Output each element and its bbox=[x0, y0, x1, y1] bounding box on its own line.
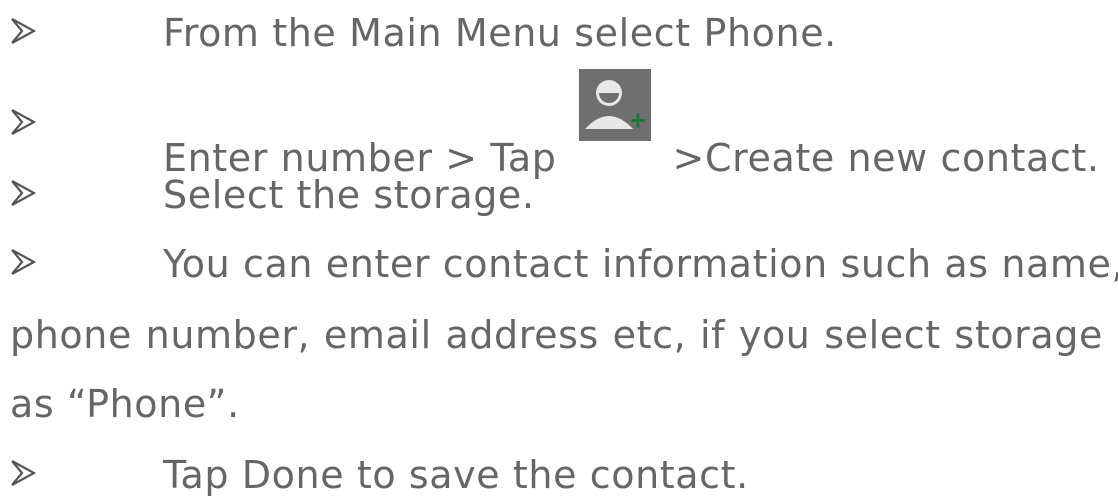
arrow-bullet-icon bbox=[10, 459, 36, 487]
step-2-text-after: >Create new contact. bbox=[672, 136, 1100, 180]
instruction-document: From the Main Menu select Phone. Enter n… bbox=[0, 0, 1118, 497]
arrow-bullet-icon bbox=[10, 248, 36, 276]
arrow-bullet-icon bbox=[10, 17, 36, 45]
arrow-bullet-icon bbox=[10, 179, 36, 207]
step-4-text-first: You can enter contact information such a… bbox=[163, 242, 1118, 286]
step-5-text: Tap Done to save the contact. bbox=[163, 453, 749, 497]
step-1-text: From the Main Menu select Phone. bbox=[163, 11, 837, 55]
step-2-text: Enter number > Tap >Create new contact. bbox=[163, 69, 1100, 180]
add-contact-icon bbox=[578, 69, 651, 179]
step-4-text-second: phone number, email address etc, if you … bbox=[10, 313, 1103, 357]
arrow-bullet-icon bbox=[10, 108, 36, 136]
step-3-text: Select the storage. bbox=[163, 173, 535, 217]
step-4-text-third: as “Phone”. bbox=[10, 382, 240, 426]
